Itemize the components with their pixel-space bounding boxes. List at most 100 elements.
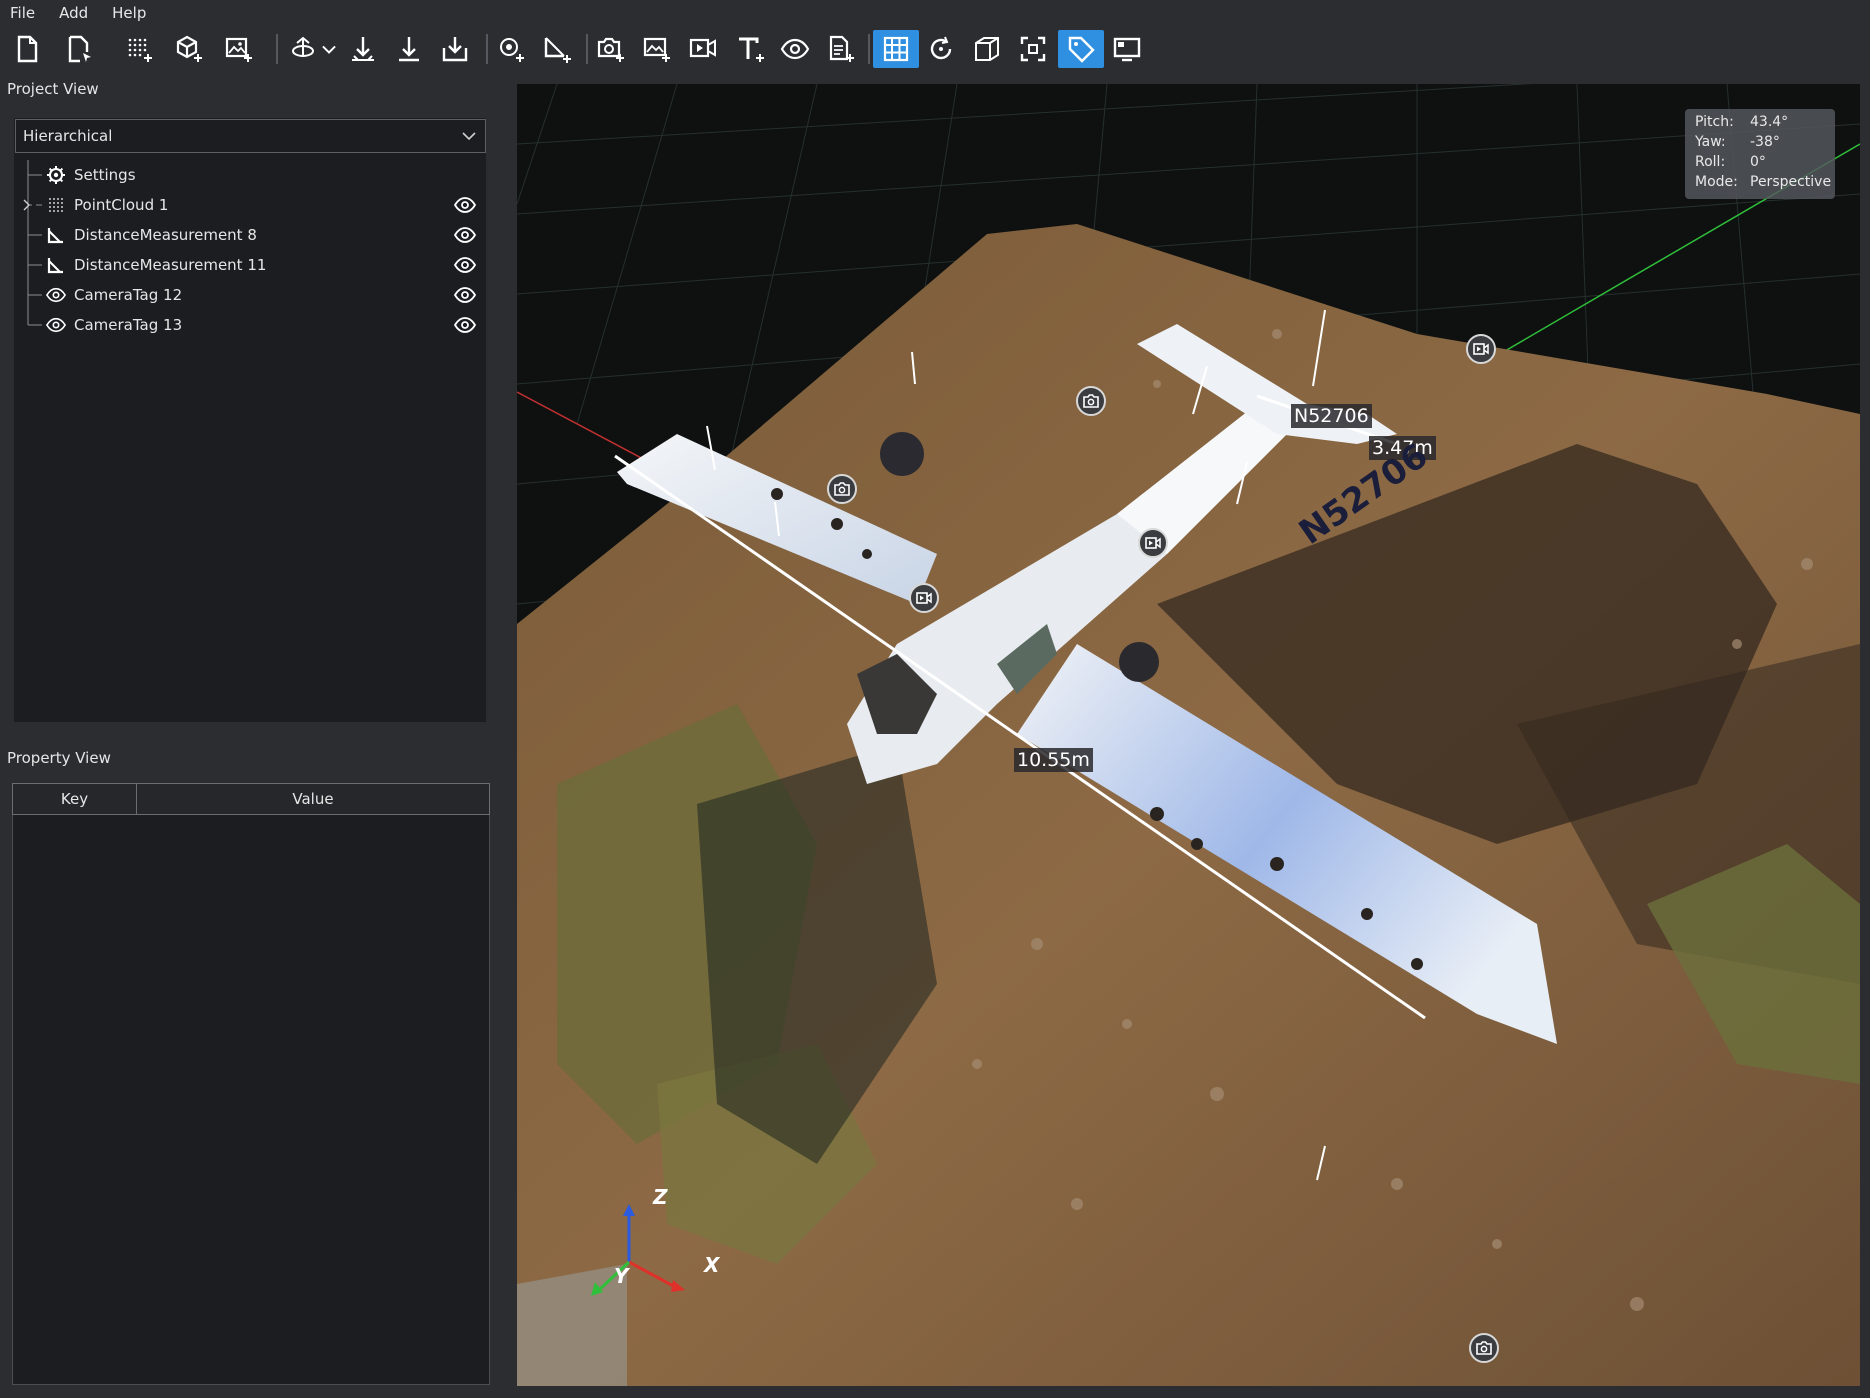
toggle-bounding-box-icon — [975, 37, 999, 61]
toggle-grid-icon — [883, 36, 909, 62]
add-point-marker-button[interactable] — [490, 30, 532, 68]
project-view-title: Project View — [7, 80, 99, 98]
eye-icon[interactable] — [454, 316, 476, 334]
hud-key: Pitch: — [1695, 114, 1734, 130]
focus-selection-button[interactable] — [1012, 30, 1054, 68]
add-camera-tag-button[interactable] — [590, 30, 632, 68]
menu-add[interactable]: Add — [59, 4, 88, 22]
camera-icon — [1476, 1341, 1492, 1355]
video-tag-marker[interactable] — [1138, 528, 1168, 558]
camera-info-overlay: Pitch: 43.4° Yaw: -38° Roll: 0° Mode: Pe… — [1685, 109, 1835, 199]
navigation-dropdown[interactable] — [316, 30, 342, 68]
video-tag-marker[interactable] — [1466, 334, 1496, 364]
camera-icon — [1083, 394, 1099, 408]
add-distance-measurement-button[interactable] — [536, 30, 578, 68]
toolbar — [0, 26, 1870, 72]
tree-item-settings[interactable]: Settings — [14, 160, 486, 190]
tree-item-label: DistanceMeasurement 8 — [74, 226, 257, 244]
pointcloud-icon — [49, 198, 63, 212]
toolbar-separator — [486, 34, 488, 64]
add-text-tag-icon — [739, 37, 764, 62]
focus-selection-icon — [1020, 36, 1046, 62]
toggle-fullscreen-button[interactable] — [1106, 30, 1148, 68]
ground-align-button[interactable] — [342, 30, 384, 68]
hud-value: 0° — [1750, 154, 1766, 170]
add-video-tag-icon — [689, 38, 716, 58]
toolbar-separator — [276, 34, 278, 64]
hud-value: 43.4° — [1750, 114, 1789, 130]
add-image-button[interactable] — [218, 30, 260, 68]
export-icon — [442, 37, 468, 62]
add-distance-measurement-icon — [544, 37, 571, 63]
gear-icon — [47, 166, 65, 184]
ruler-angle-icon — [47, 228, 63, 244]
eye-icon — [46, 317, 66, 333]
add-image-icon — [225, 37, 252, 62]
new-project-icon — [17, 35, 38, 63]
eye-icon[interactable] — [454, 256, 476, 274]
add-view-tag-button[interactable] — [774, 30, 816, 68]
3d-viewport[interactable] — [517, 84, 1860, 1386]
video-icon — [1473, 343, 1489, 355]
tree-item-camera-tag-13[interactable]: CameraTag 13 — [14, 310, 486, 340]
menu-bar: File Add Help — [0, 0, 1870, 26]
video-icon — [916, 592, 932, 604]
add-view-tag-icon — [780, 38, 810, 60]
camera-tag-marker[interactable] — [1076, 386, 1106, 416]
toolbar-separator — [586, 34, 588, 64]
ground-align-icon — [352, 37, 374, 61]
toggle-grid-button[interactable] — [873, 30, 919, 68]
add-pointcloud-button[interactable] — [118, 30, 160, 68]
property-table-header: Key Value — [12, 783, 490, 815]
toggle-tag-labels-button[interactable] — [1058, 30, 1104, 68]
axis-label-y: Y — [614, 1264, 629, 1288]
add-document-tag-icon — [829, 35, 854, 62]
tree-item-pointcloud[interactable]: PointCloud 1 — [14, 190, 486, 220]
tree-item-distance-measurement-11[interactable]: DistanceMeasurement 11 — [14, 250, 486, 280]
camera-tag-marker[interactable] — [1469, 1333, 1499, 1363]
column-header-key[interactable]: Key — [13, 784, 137, 814]
hud-key: Yaw: — [1695, 134, 1726, 150]
video-tag-marker[interactable] — [909, 583, 939, 613]
tree-item-label: DistanceMeasurement 11 — [74, 256, 267, 274]
reset-rotation-button[interactable] — [920, 30, 962, 68]
hud-key: Mode: — [1695, 174, 1738, 190]
hud-value: Perspective — [1750, 174, 1832, 190]
property-view-panel — [12, 783, 490, 1385]
toggle-tag-labels-icon — [1068, 36, 1095, 63]
add-image-tag-icon — [643, 37, 670, 62]
axis-label-z: Z — [653, 1185, 668, 1209]
eye-icon — [46, 287, 66, 303]
export-button[interactable] — [434, 30, 476, 68]
wingspan-measurement-label[interactable]: 10.55m — [1014, 748, 1093, 772]
add-text-tag-button[interactable] — [730, 30, 772, 68]
tree-item-distance-measurement-8[interactable]: DistanceMeasurement 8 — [14, 220, 486, 250]
eye-icon[interactable] — [454, 196, 476, 214]
drop-to-ground-button[interactable] — [388, 30, 430, 68]
add-mesh-button[interactable] — [168, 30, 210, 68]
view-mode-select[interactable]: Hierarchical — [15, 119, 486, 153]
axis-label-x: X — [704, 1253, 720, 1277]
toggle-bounding-box-button[interactable] — [966, 30, 1008, 68]
hud-key: Roll: — [1695, 154, 1726, 170]
camera-tag-marker[interactable] — [827, 474, 857, 504]
toggle-fullscreen-icon — [1113, 37, 1141, 62]
add-point-marker-icon — [500, 38, 524, 62]
eye-icon[interactable] — [454, 226, 476, 244]
menu-help[interactable]: Help — [112, 4, 146, 22]
add-image-tag-button[interactable] — [636, 30, 678, 68]
view-mode-value: Hierarchical — [23, 127, 113, 145]
open-project-button[interactable] — [58, 30, 100, 68]
scene-canvas — [517, 84, 1860, 1386]
tree-item-camera-tag-12[interactable]: CameraTag 12 — [14, 280, 486, 310]
hud-value: -38° — [1750, 134, 1780, 150]
new-project-button[interactable] — [6, 30, 48, 68]
video-icon — [1145, 537, 1161, 549]
eye-icon[interactable] — [454, 286, 476, 304]
add-video-tag-button[interactable] — [682, 30, 724, 68]
tail-number-label[interactable]: N52706 — [1291, 404, 1372, 428]
menu-file[interactable]: File — [10, 4, 35, 22]
add-document-tag-button[interactable] — [820, 30, 862, 68]
tree-item-label: Settings — [74, 166, 136, 184]
column-header-value[interactable]: Value — [137, 784, 489, 814]
